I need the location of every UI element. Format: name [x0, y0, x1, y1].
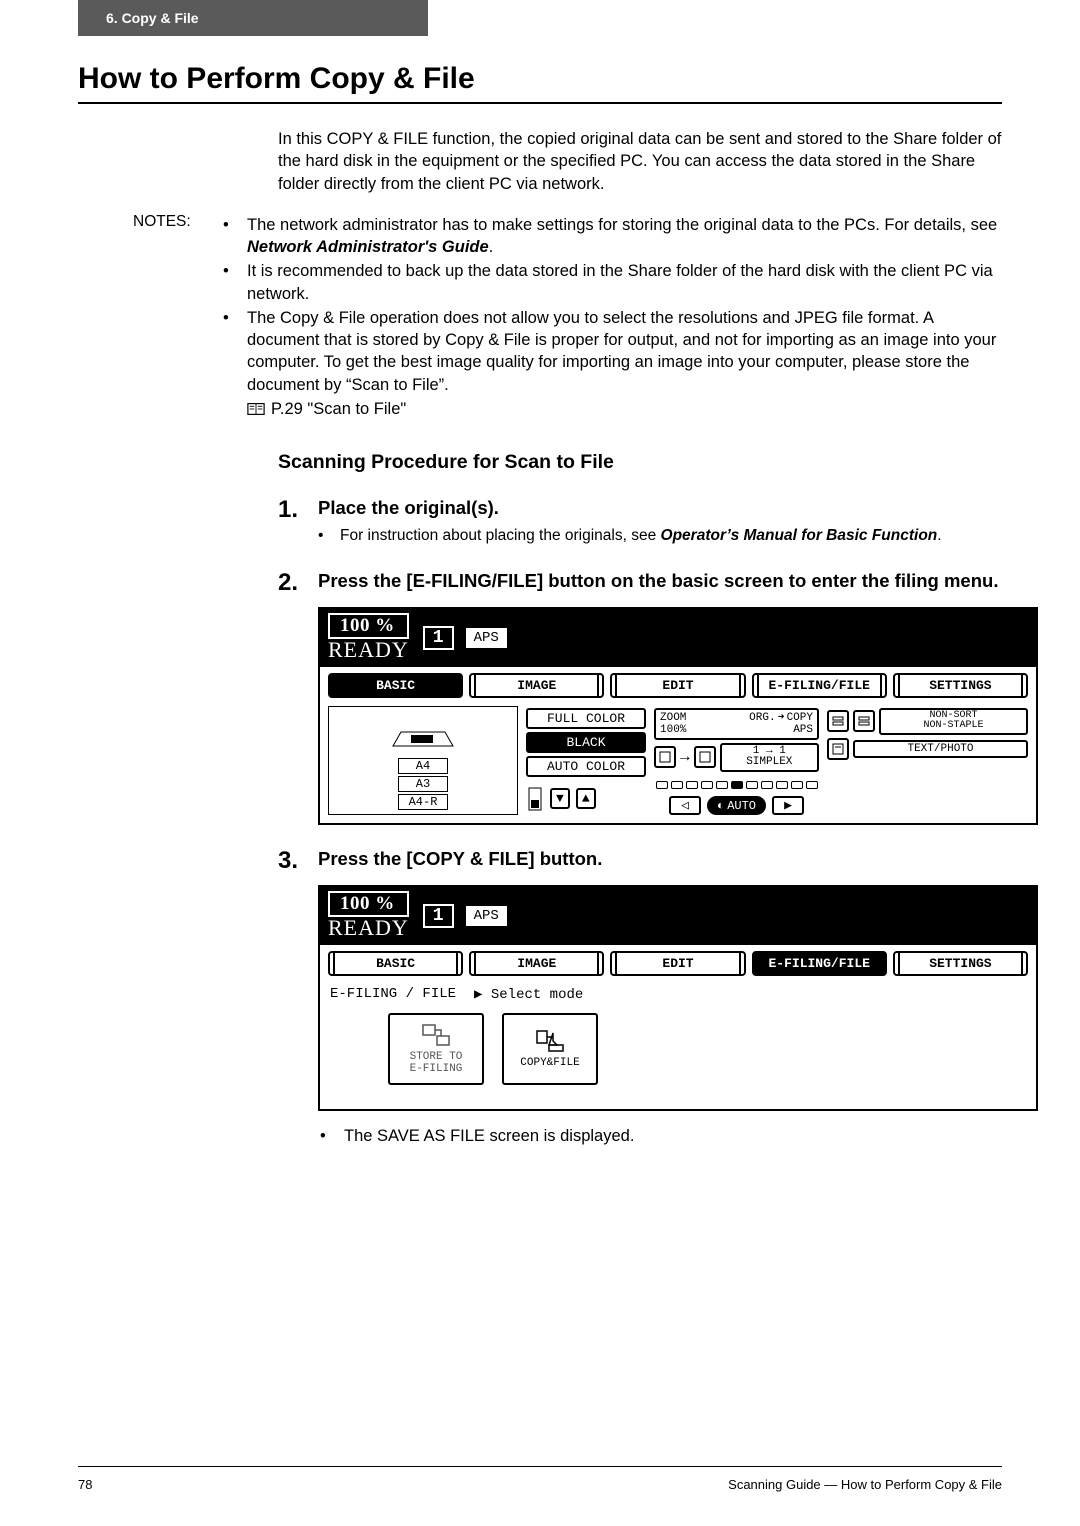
- lcd-screenshot-efiling: 100 % READY 1 APS BASIC IMAGE EDIT E-FIL…: [318, 885, 1038, 1111]
- sort-staple-button[interactable]: NON-SORT NON-STAPLE: [879, 708, 1028, 735]
- simplex-button[interactable]: 1 → 1SIMPLEX: [720, 743, 819, 772]
- black-button[interactable]: BLACK: [526, 732, 646, 753]
- result-text: The SAVE AS FILE screen is displayed.: [344, 1127, 634, 1146]
- note-item: It is recommended to back up the data st…: [247, 260, 998, 305]
- staple-icon: [853, 710, 875, 732]
- lcd-status: READY: [328, 915, 409, 941]
- text-photo-icon: [827, 738, 849, 760]
- prev-button[interactable]: ◁: [669, 796, 701, 815]
- bullet-icon: •: [223, 307, 247, 420]
- paper-size: A3: [398, 776, 448, 792]
- page-number: 78: [78, 1477, 92, 1492]
- paper-size: A4-R: [398, 794, 448, 810]
- title-rule: [78, 102, 1002, 104]
- simplex-page-icon: [694, 746, 716, 768]
- zoom-aps-button[interactable]: ZOOM100% ORG. ➜ COPYAPS: [654, 708, 819, 740]
- simplex-page-icon: [654, 746, 676, 768]
- text-photo-button[interactable]: TEXT/PHOTO: [853, 740, 1028, 758]
- bullet-icon: •: [320, 1127, 334, 1146]
- copier-icon: [383, 726, 463, 756]
- section-subhead: Scanning Procedure for Scan to File: [278, 451, 1002, 474]
- step-sub-text: For instruction about placing the origin…: [340, 526, 1002, 547]
- breadcrumb-mode: ▶ Select mode: [474, 986, 583, 1003]
- note-item: The Copy & File operation does not allow…: [247, 307, 998, 420]
- store-to-efiling-button[interactable]: STORE TO E-FILING: [388, 1013, 484, 1085]
- lcd-copy-count: 1: [423, 904, 454, 928]
- density-scale: [654, 781, 819, 789]
- arrow-icon: →: [680, 748, 690, 766]
- density-up-button[interactable]: ▲: [576, 788, 596, 809]
- footer-right: Scanning Guide — How to Perform Copy & F…: [728, 1477, 1002, 1492]
- lcd-copy-count: 1: [423, 626, 454, 650]
- step-number: 1.: [278, 496, 306, 547]
- copy-and-file-button[interactable]: COPY&FILE: [502, 1013, 598, 1085]
- step-title: Press the [E-FILING/FILE] button on the …: [318, 569, 1002, 593]
- full-color-button[interactable]: FULL COLOR: [526, 708, 646, 729]
- notes-list: • The network administrator has to make …: [223, 213, 1002, 421]
- lcd-tab-edit[interactable]: EDIT: [610, 951, 745, 976]
- cross-ref: P.29 "Scan to File": [271, 398, 406, 420]
- notes-label: NOTES:: [78, 213, 223, 421]
- lcd-tab-settings[interactable]: SETTINGS: [893, 673, 1028, 698]
- density-down-button[interactable]: ▼: [550, 788, 570, 809]
- lcd-zoom-percent: 100 %: [328, 891, 409, 917]
- lcd-tab-efiling[interactable]: E-FILING/FILE: [752, 673, 887, 698]
- next-button[interactable]: ▶: [772, 796, 804, 815]
- step-title: Place the original(s).: [318, 496, 1002, 520]
- bullet-icon: •: [318, 526, 340, 547]
- lcd-status: READY: [328, 637, 409, 663]
- paper-size: A4: [398, 758, 448, 774]
- lcd-zoom-percent: 100 %: [328, 613, 409, 639]
- lcd-tab-image[interactable]: IMAGE: [469, 951, 604, 976]
- note-item: The network administrator has to make se…: [247, 214, 998, 259]
- sort-icon: [827, 710, 849, 732]
- lcd-tab-image[interactable]: IMAGE: [469, 673, 604, 698]
- step-number: 2.: [278, 569, 306, 597]
- copy-file-icon: [535, 1029, 565, 1053]
- intro-text: In this COPY & FILE function, the copied…: [278, 128, 1002, 195]
- book-icon: [247, 402, 265, 416]
- auto-icon: ◐: [717, 799, 724, 813]
- lcd-tab-basic[interactable]: BASIC: [328, 951, 463, 976]
- paper-tray-graphic: A4 A3 A4-R: [328, 706, 518, 815]
- lcd-screenshot-basic: 100 % READY 1 APS BASIC IMAGE EDIT E-FIL…: [318, 607, 1038, 825]
- lcd-aps-indicator: APS: [466, 628, 507, 648]
- lcd-tab-efiling[interactable]: E-FILING/FILE: [752, 951, 887, 976]
- bullet-icon: •: [223, 214, 247, 259]
- step-number: 3.: [278, 847, 306, 875]
- auto-density-button[interactable]: ◐AUTO: [707, 796, 766, 815]
- page-title: How to Perform Copy & File: [78, 62, 1002, 96]
- chapter-tab: 6. Copy & File: [78, 0, 428, 36]
- store-icon: [421, 1023, 451, 1047]
- lcd-tab-edit[interactable]: EDIT: [610, 673, 745, 698]
- bullet-icon: •: [223, 260, 247, 305]
- lcd-tab-settings[interactable]: SETTINGS: [893, 951, 1028, 976]
- page-footer: 78 Scanning Guide — How to Perform Copy …: [78, 1466, 1002, 1492]
- lcd-aps-indicator: APS: [466, 906, 507, 926]
- lcd-tab-basic[interactable]: BASIC: [328, 673, 463, 698]
- auto-color-button[interactable]: AUTO COLOR: [526, 756, 646, 777]
- step-title: Press the [COPY & FILE] button.: [318, 847, 1002, 871]
- breadcrumb: E-FILING / FILE: [330, 986, 456, 1003]
- density-bar-icon: [526, 786, 544, 812]
